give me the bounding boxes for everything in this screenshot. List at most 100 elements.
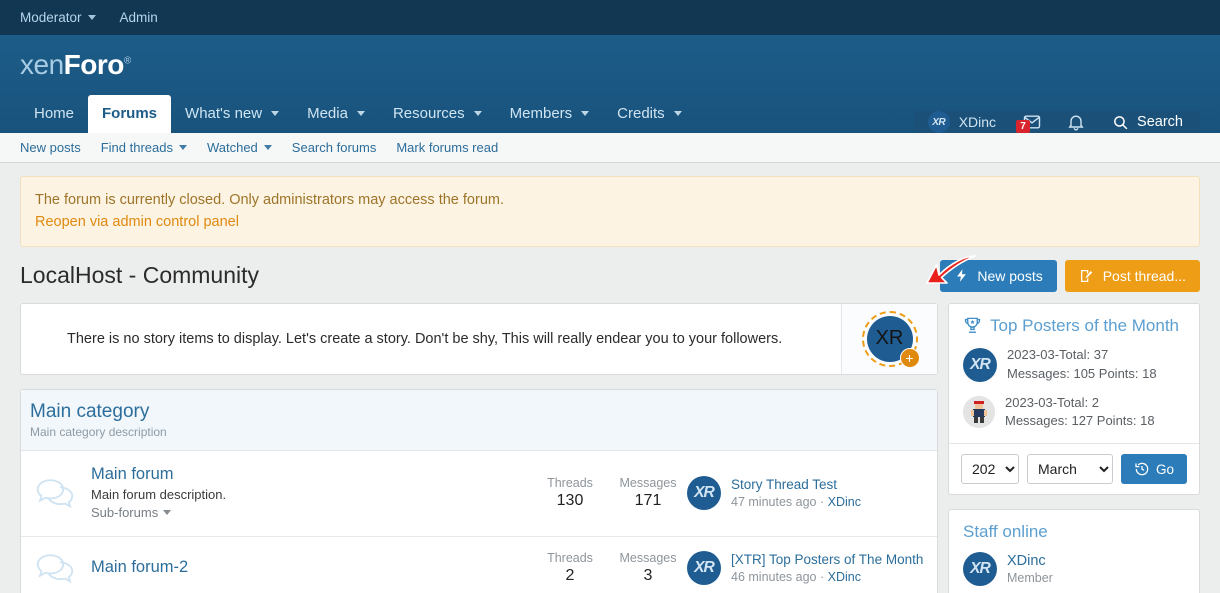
month-select[interactable]: March bbox=[1027, 454, 1113, 484]
nav-tab-forums[interactable]: Forums bbox=[88, 95, 171, 133]
top-posters-list: XR 2023-03-Total: 37 Messages: 105 Point… bbox=[949, 346, 1199, 443]
closed-forum-notice: The forum is currently closed. Only admi… bbox=[20, 176, 1200, 247]
list-item: XR 2023-03-Total: 37 Messages: 105 Point… bbox=[963, 346, 1185, 384]
plus-icon[interactable]: + bbox=[900, 348, 920, 368]
staff-member-name[interactable]: XDinc bbox=[1007, 553, 1053, 569]
table-row: Main forum Main forum description. Sub-f… bbox=[21, 451, 937, 537]
threads-label: Threads bbox=[531, 551, 609, 565]
nav-tab-label: Forums bbox=[102, 105, 157, 122]
forum-messages-stat: Messages 3 bbox=[609, 551, 687, 585]
nav-tab-members[interactable]: Members bbox=[496, 95, 604, 133]
last-post-subline: 47 minutes ago · XDinc bbox=[731, 495, 861, 509]
nav-tab-list: Home Forums What's new Media Resources M… bbox=[20, 95, 914, 133]
inbox-badge: 7 bbox=[1016, 120, 1030, 133]
speech-bubbles-icon bbox=[35, 477, 75, 509]
account-menu-button[interactable]: XR XDinc bbox=[914, 111, 1010, 133]
last-post-subline: 46 minutes ago · XDinc bbox=[731, 570, 923, 584]
subnav-item-watched[interactable]: Watched bbox=[207, 140, 272, 155]
category-title[interactable]: Main category bbox=[30, 401, 149, 422]
chevron-down-icon bbox=[163, 510, 171, 515]
history-icon bbox=[1134, 461, 1150, 477]
subnav-item-new-posts[interactable]: New posts bbox=[20, 140, 81, 155]
avatar[interactable] bbox=[963, 396, 995, 428]
staff-member-role: Member bbox=[1007, 571, 1053, 585]
notice-reopen-link[interactable]: Reopen via admin control panel bbox=[35, 211, 1185, 233]
top-posters-title[interactable]: Top Posters of the Month bbox=[990, 316, 1179, 336]
forum-info: Main forum-2 bbox=[91, 558, 531, 577]
staff-online-widget: Staff online XR XDinc Member bbox=[948, 509, 1200, 593]
page-action-buttons: New posts Post thread... bbox=[940, 260, 1200, 292]
forum-threads-stat: Threads 2 bbox=[531, 551, 609, 585]
staff-online-title[interactable]: Staff online bbox=[963, 522, 1048, 542]
search-button[interactable]: Search bbox=[1098, 111, 1200, 133]
avatar-glyph: XR bbox=[876, 327, 904, 350]
subnav-item-search-forums[interactable]: Search forums bbox=[292, 140, 377, 155]
last-post-meta: [XTR] Top Posters of The Month 46 minute… bbox=[731, 552, 923, 584]
chevron-down-icon bbox=[474, 111, 482, 116]
forum-description: Main forum description. bbox=[91, 487, 531, 502]
go-button[interactable]: Go bbox=[1121, 454, 1187, 484]
nav-tab-credits[interactable]: Credits bbox=[603, 95, 696, 133]
secondary-navigation: New posts Find threads Watched Search fo… bbox=[0, 133, 1220, 163]
staffbar-item-admin[interactable]: Admin bbox=[120, 10, 158, 25]
site-header: xenForo® Home Forums What's new Media Re… bbox=[0, 35, 1220, 133]
subnav-item-mark-forums-read[interactable]: Mark forums read bbox=[396, 140, 498, 155]
forum-threads-stat: Threads 130 bbox=[531, 476, 609, 510]
forum-last-post: XR [XTR] Top Posters of The Month 46 min… bbox=[687, 551, 927, 585]
last-post-title[interactable]: [XTR] Top Posters of The Month bbox=[731, 552, 923, 567]
search-icon bbox=[1112, 114, 1129, 131]
forum-messages-stat: Messages 171 bbox=[609, 476, 687, 510]
main-column: There is no story items to display. Let'… bbox=[20, 303, 938, 593]
post-thread-button[interactable]: Post thread... bbox=[1065, 260, 1200, 292]
chevron-down-icon bbox=[264, 145, 272, 150]
last-post-separator: · bbox=[820, 495, 824, 509]
avatar[interactable]: XR bbox=[963, 552, 997, 586]
nav-tab-whats-new[interactable]: What's new bbox=[171, 95, 293, 133]
nav-tab-media[interactable]: Media bbox=[293, 95, 379, 133]
forum-name-link[interactable]: Main forum-2 bbox=[91, 558, 188, 576]
chevron-down-icon bbox=[581, 111, 589, 116]
avatar-glyph: XR bbox=[932, 117, 945, 128]
last-post-author[interactable]: XDinc bbox=[828, 495, 861, 509]
forum-category-block: Main category Main category description … bbox=[20, 389, 938, 593]
story-add-avatar[interactable]: XR + bbox=[862, 311, 918, 367]
forum-name-link[interactable]: Main forum bbox=[91, 465, 174, 483]
nav-tab-label: Home bbox=[34, 105, 74, 122]
category-header: Main category Main category description bbox=[21, 390, 937, 451]
nav-tab-resources[interactable]: Resources bbox=[379, 95, 496, 133]
avatar[interactable]: XR bbox=[963, 348, 997, 382]
table-row: Main forum-2 Threads 2 Messages 3 XR bbox=[21, 537, 937, 593]
avatar[interactable]: XR bbox=[687, 476, 721, 510]
last-post-title[interactable]: Story Thread Test bbox=[731, 477, 861, 492]
subforums-toggle[interactable]: Sub-forums bbox=[91, 505, 171, 520]
avatar[interactable]: XR bbox=[687, 551, 721, 585]
nav-tab-label: Members bbox=[510, 105, 573, 122]
page-title-row: LocalHost - Community New posts Post thr… bbox=[20, 260, 1200, 292]
inbox-button[interactable]: 7 bbox=[1010, 111, 1054, 133]
last-post-meta: Story Thread Test 47 minutes ago · XDinc bbox=[731, 477, 861, 509]
last-post-author[interactable]: XDinc bbox=[828, 570, 861, 584]
subnav-item-label: Find threads bbox=[101, 140, 173, 155]
site-logo[interactable]: xenForo® bbox=[20, 49, 1200, 95]
subnav-item-label: Search forums bbox=[292, 140, 377, 155]
alerts-button[interactable] bbox=[1054, 111, 1098, 133]
new-posts-button[interactable]: New posts bbox=[940, 260, 1056, 292]
chevron-down-icon bbox=[88, 15, 96, 20]
staffbar-item-label: Admin bbox=[120, 10, 158, 25]
primary-navigation: Home Forums What's new Media Resources M… bbox=[20, 95, 1200, 133]
last-post-time: 47 minutes ago bbox=[731, 495, 816, 509]
top-posters-title-row: Top Posters of the Month bbox=[949, 304, 1199, 346]
poster-stats: 2023-03-Total: 2 Messages: 127 Points: 1… bbox=[1005, 394, 1155, 432]
staff-online-list: XR XDinc Member bbox=[949, 552, 1199, 593]
poster-stats: 2023-03-Total: 37 Messages: 105 Points: … bbox=[1007, 346, 1157, 384]
staff-online-title-row: Staff online bbox=[949, 510, 1199, 552]
story-add-cell[interactable]: XR + bbox=[841, 304, 937, 374]
avatar-glyph: XR bbox=[970, 356, 990, 374]
year-select[interactable]: 2023 bbox=[961, 454, 1019, 484]
subnav-item-find-threads[interactable]: Find threads bbox=[101, 140, 187, 155]
chevron-down-icon bbox=[357, 111, 365, 116]
subnav-item-label: Mark forums read bbox=[396, 140, 498, 155]
nav-tab-home[interactable]: Home bbox=[20, 95, 88, 133]
staffbar-item-moderator[interactable]: Moderator bbox=[20, 10, 96, 25]
post-thread-button-label: Post thread... bbox=[1103, 268, 1186, 284]
